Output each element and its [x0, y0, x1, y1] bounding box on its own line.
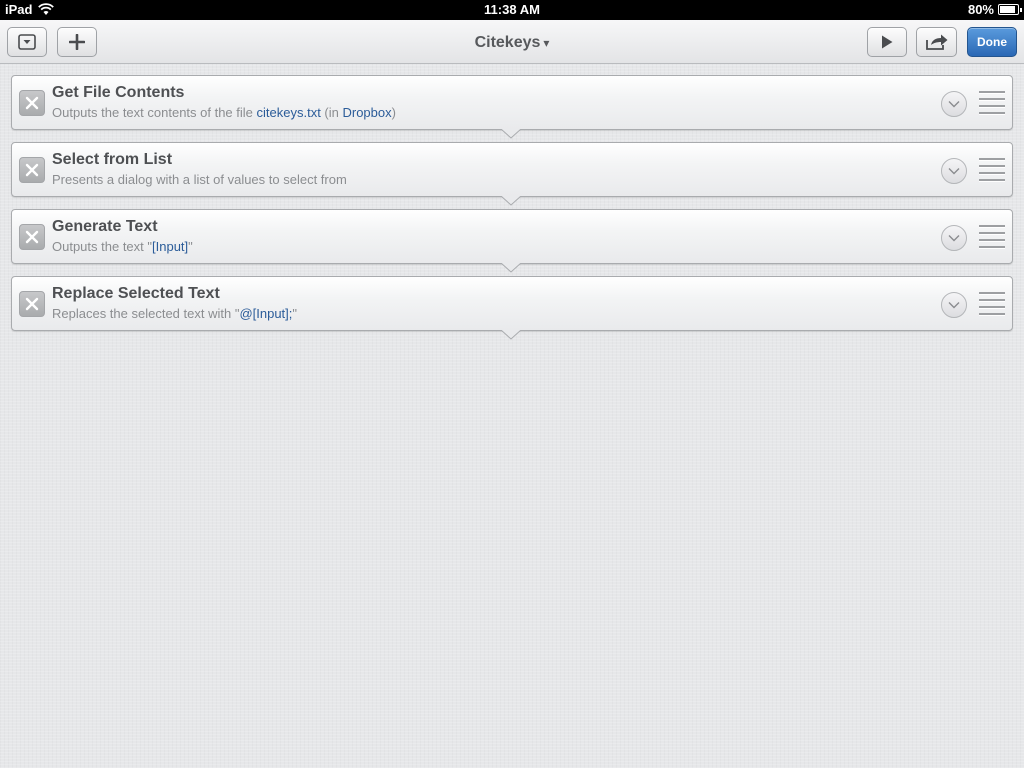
close-icon [25, 96, 39, 110]
status-bar: iPad 11:38 AM 80% [0, 0, 1024, 20]
action-card-select-from-list[interactable]: Select from List Presents a dialog with … [11, 142, 1013, 206]
file-name-link[interactable]: citekeys.txt [257, 105, 321, 120]
action-title: Generate Text [52, 218, 158, 235]
delete-action-button[interactable] [19, 90, 45, 116]
flow-arrow-icon [501, 263, 521, 273]
action-card-generate-text[interactable]: Generate Text Outputs the text "[Input]" [11, 209, 1013, 273]
replacement-text-link[interactable]: @[Input]; [239, 306, 292, 321]
action-description: Presents a dialog with a list of values … [52, 172, 347, 187]
chevron-down-icon [948, 235, 960, 242]
battery-icon [998, 4, 1022, 15]
clock: 11:38 AM [484, 2, 540, 17]
reorder-handle[interactable] [979, 225, 1005, 249]
battery-percent: 80% [967, 2, 994, 17]
close-icon [25, 230, 39, 244]
toolbar: Citekeys ▾ Done [0, 20, 1024, 64]
close-icon [25, 163, 39, 177]
action-card-replace-selected-text[interactable]: Replace Selected Text Replaces the selec… [11, 276, 1013, 340]
input-variable-link[interactable]: [Input] [152, 239, 188, 254]
reorder-handle[interactable] [979, 91, 1005, 115]
delete-action-button[interactable] [19, 157, 45, 183]
action-title: Replace Selected Text [52, 285, 220, 302]
action-title: Select from List [52, 151, 173, 168]
expand-action-button[interactable] [941, 91, 967, 117]
chevron-down-icon [948, 101, 960, 108]
service-link[interactable]: Dropbox [342, 105, 391, 120]
play-icon [882, 35, 893, 49]
chevron-down-icon [948, 302, 960, 309]
reorder-handle[interactable] [979, 292, 1005, 316]
reorder-handle[interactable] [979, 158, 1005, 182]
share-button[interactable] [916, 27, 957, 57]
action-description: Outputs the text "[Input]" [52, 239, 193, 254]
delete-action-button[interactable] [19, 224, 45, 250]
done-button[interactable]: Done [967, 27, 1017, 57]
chevron-down-icon [948, 168, 960, 175]
delete-action-button[interactable] [19, 291, 45, 317]
run-button[interactable] [867, 27, 907, 57]
chevron-down-icon: ▾ [543, 36, 550, 50]
action-title: Get File Contents [52, 84, 185, 101]
action-description: Outputs the text contents of the file ci… [52, 105, 396, 120]
share-icon [925, 34, 947, 50]
flow-arrow-icon [501, 129, 521, 139]
flow-arrow-icon [501, 330, 521, 340]
action-description: Replaces the selected text with "@[Input… [52, 306, 298, 321]
expand-action-button[interactable] [941, 158, 967, 184]
flow-arrow-icon [501, 196, 521, 206]
battery-fill [1000, 6, 1016, 13]
expand-action-button[interactable] [941, 225, 967, 251]
expand-action-button[interactable] [941, 292, 967, 318]
workflow-title-text: Citekeys [474, 34, 541, 51]
action-card-get-file-contents[interactable]: Get File Contents Outputs the text conte… [11, 75, 1013, 139]
close-icon [25, 297, 39, 311]
